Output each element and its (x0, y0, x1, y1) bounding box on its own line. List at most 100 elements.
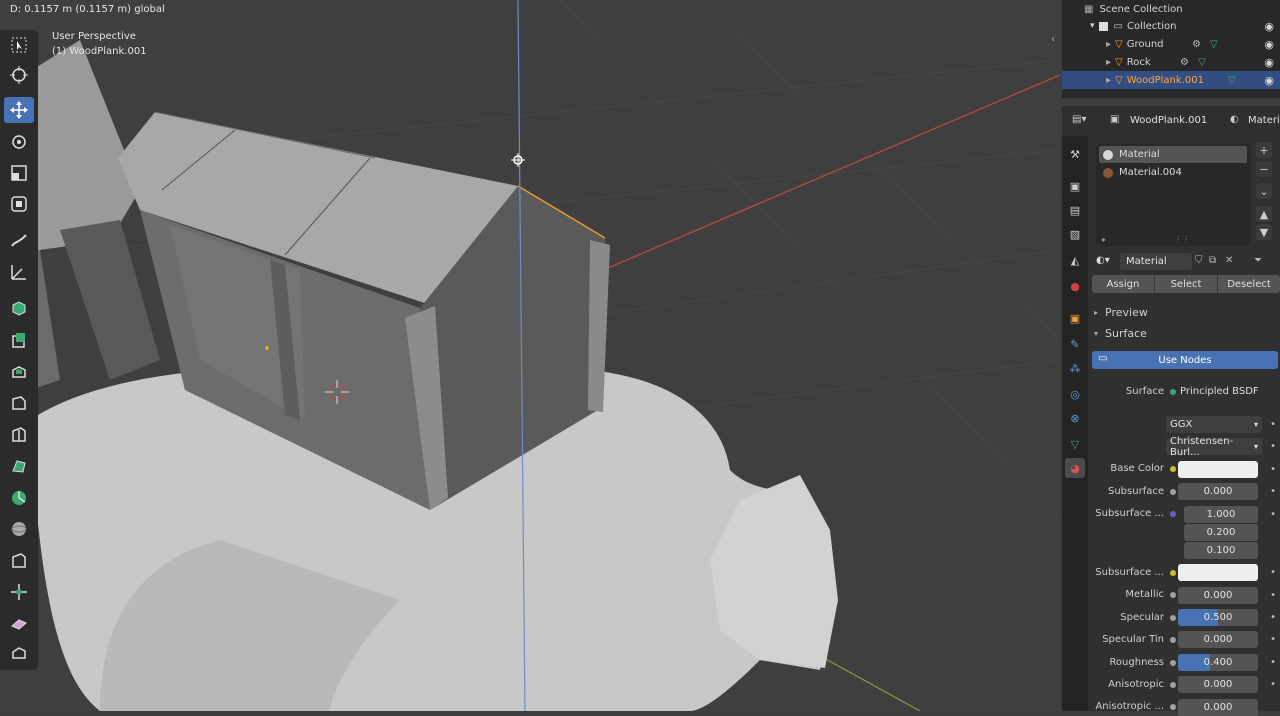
spin-tool[interactable] (4, 516, 34, 542)
tab-modifiers[interactable]: ✎ (1065, 334, 1085, 354)
expand-icon[interactable]: ▸ (1106, 39, 1111, 50)
material-slot[interactable]: Material (1099, 146, 1247, 163)
anisotropic-field[interactable]: 0.000 (1178, 676, 1258, 693)
outliner-item-rock[interactable]: ▸ ▽ Rock ⚙ ▽ ◉ (1062, 53, 1280, 71)
rip-icon (12, 647, 26, 659)
tab-constraints[interactable]: ⊗ (1065, 408, 1085, 428)
move-tool[interactable] (4, 97, 34, 123)
transform-tool[interactable] (4, 191, 34, 217)
material-slot[interactable]: Material.004 (1099, 164, 1247, 181)
fake-user-icon[interactable]: ⛉ (1195, 255, 1203, 266)
inset-tool[interactable] (4, 359, 34, 385)
measure-tool[interactable] (4, 259, 34, 285)
material-name-field[interactable]: Material (1120, 253, 1192, 270)
browse-material-icon[interactable]: ◐▾ (1096, 255, 1110, 266)
move-slot-down-button[interactable]: ▼ (1256, 224, 1272, 240)
move-icon (10, 101, 28, 119)
select-box-tool[interactable] (4, 32, 34, 58)
surface-shader-value[interactable]: Principled BSDF (1180, 386, 1259, 397)
duplicate-icon[interactable]: ⧉ (1209, 255, 1216, 266)
bevel-icon (12, 396, 26, 410)
subsurface-radius-x[interactable]: 1.000 (1184, 506, 1258, 523)
outliner-item-ground[interactable]: ▸ ▽ Ground ⚙ ▽ ◉ (1062, 35, 1280, 53)
bevel-tool[interactable] (4, 390, 34, 416)
particles-icon: ⁂ (1069, 361, 1081, 375)
outliner-item-woodplank[interactable]: ▸ ▽ WoodPlank.001 ▽ ◉ (1062, 71, 1280, 89)
eye-icon[interactable]: ◉ (1264, 20, 1274, 33)
tab-material[interactable]: ◕ (1065, 458, 1085, 478)
shear-tool[interactable] (4, 610, 34, 636)
expand-icon[interactable]: ▸ (1106, 75, 1111, 86)
assign-button[interactable]: Assign (1092, 275, 1155, 293)
unlink-icon[interactable]: ✕ (1225, 255, 1233, 266)
rip-tool[interactable] (4, 640, 34, 666)
cursor-tool[interactable] (4, 62, 34, 88)
specular-slider[interactable]: 0.500 (1178, 609, 1258, 626)
funnel-icon[interactable]: ⏷ (1254, 255, 1262, 266)
resize-handle-icon[interactable]: ⋮⋮ (1174, 235, 1190, 244)
tab-tool[interactable]: ⚒ (1065, 144, 1085, 164)
collection-row[interactable]: ▾ ▭ Collection ◉ (1062, 17, 1280, 35)
shader-socket-icon (1170, 389, 1176, 395)
eye-icon[interactable]: ◉ (1264, 38, 1274, 51)
3d-viewport[interactable]: D: 0.1157 m (0.1157 m) global User Persp… (0, 0, 1060, 711)
rotate-tool[interactable] (4, 129, 34, 155)
deselect-button[interactable]: Deselect (1218, 275, 1280, 293)
checkbox-icon[interactable] (1098, 21, 1108, 31)
editor-type-icon[interactable]: ▤▾ (1072, 114, 1086, 125)
tab-world[interactable]: ● (1065, 276, 1085, 296)
knife-tool[interactable] (4, 453, 34, 479)
slot-specials-button[interactable]: ⌄ (1256, 183, 1272, 199)
expand-list-icon[interactable]: ▸ (1102, 235, 1106, 244)
add-cube-tool[interactable] (4, 295, 34, 321)
tab-particles[interactable]: ⁂ (1065, 358, 1085, 378)
tab-view-layer[interactable]: ▧ (1065, 224, 1085, 244)
tab-data[interactable]: ▽ (1065, 434, 1085, 454)
subsurface-radius-z[interactable]: 0.100 (1184, 542, 1258, 559)
select-button[interactable]: Select (1155, 275, 1218, 293)
scene-collection-row[interactable]: ▦ Scene Collection (1062, 0, 1280, 18)
sidebar-toggle-icon[interactable]: ‹ (1051, 34, 1055, 45)
smooth-tool[interactable] (4, 548, 34, 574)
tab-render[interactable]: ▣ (1065, 176, 1085, 196)
select-icon (11, 37, 27, 53)
move-slot-up-button[interactable]: ▲ (1256, 206, 1272, 222)
anisotropic-rotation-field[interactable]: 0.000 (1178, 699, 1258, 716)
distribution-select[interactable]: GGX ▾ (1166, 416, 1262, 433)
arrow-down-icon: ▼ (1259, 225, 1269, 239)
float-socket-icon (1170, 489, 1176, 495)
loop-cut-icon (12, 427, 26, 442)
chevron-down-icon: ▾ (1253, 420, 1258, 429)
remove-slot-button[interactable]: − (1256, 161, 1272, 177)
add-slot-button[interactable]: + (1256, 142, 1272, 158)
subsurface-radius-y[interactable]: 0.200 (1184, 524, 1258, 541)
eye-icon[interactable]: ◉ (1264, 74, 1274, 87)
surface-shader-label: Surface (1125, 386, 1164, 397)
eye-icon[interactable]: ◉ (1264, 56, 1274, 69)
subsurface-method-value: Christensen-Burl... (1170, 435, 1234, 458)
expand-icon[interactable]: ▾ (1090, 21, 1095, 31)
specular-tint-field[interactable]: 0.000 (1178, 631, 1258, 648)
metallic-field[interactable]: 0.000 (1178, 587, 1258, 604)
annotate-tool[interactable] (4, 228, 34, 254)
roughness-slider[interactable]: 0.400 (1178, 654, 1258, 671)
base-color-swatch[interactable] (1178, 461, 1258, 478)
socket-dot-icon: • (1270, 509, 1276, 520)
subsurface-color-swatch[interactable] (1178, 564, 1258, 581)
loop-cut-tool[interactable] (4, 422, 34, 448)
use-nodes-button[interactable]: Use Nodes (1092, 351, 1278, 369)
poly-build-tool[interactable] (4, 485, 34, 511)
tab-physics[interactable]: ◎ (1065, 384, 1085, 404)
scale-tool[interactable] (4, 160, 34, 186)
tab-scene[interactable]: ◭ (1065, 250, 1085, 270)
tab-object[interactable]: ▣ (1065, 308, 1085, 328)
subsurface-method-select[interactable]: Christensen-Burl... ▾ (1166, 435, 1262, 458)
float-socket-icon (1170, 592, 1176, 598)
preview-panel-header[interactable]: ▸ Preview (1090, 302, 1280, 322)
shrink-tool[interactable] (4, 579, 34, 605)
subsurface-field[interactable]: 0.000 (1178, 483, 1258, 500)
surface-panel-header[interactable]: ▾ Surface (1090, 323, 1280, 343)
extrude-tool[interactable] (4, 327, 34, 353)
tab-output[interactable]: ▤ (1065, 200, 1085, 220)
expand-icon[interactable]: ▸ (1106, 57, 1111, 68)
